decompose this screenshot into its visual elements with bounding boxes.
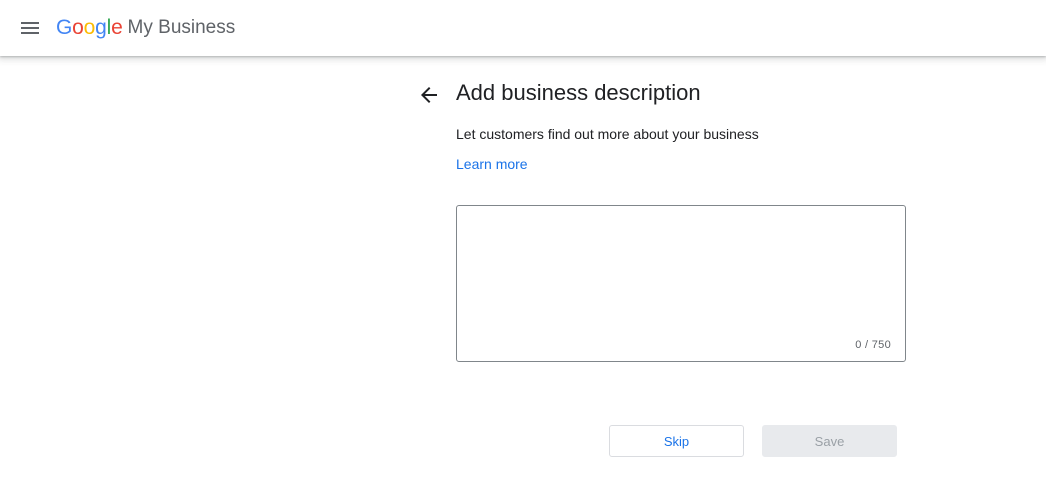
save-button[interactable]: Save	[762, 425, 897, 457]
page-subtitle: Let customers find out more about your b…	[456, 126, 759, 142]
main-menu-button[interactable]	[14, 12, 46, 44]
page-title: Add business description	[456, 80, 701, 105]
description-field: 0 / 750	[456, 205, 906, 362]
skip-button[interactable]: Skip	[609, 425, 744, 457]
arrow-back-icon	[421, 87, 437, 103]
app-header: Google My Business	[0, 0, 1046, 56]
back-button[interactable]	[416, 82, 442, 108]
google-wordmark: Google	[56, 16, 123, 39]
product-name: My Business	[127, 17, 236, 38]
learn-more-link[interactable]: Learn more	[456, 156, 528, 172]
hamburger-menu-icon	[21, 22, 39, 34]
description-textarea[interactable]	[457, 206, 905, 361]
main-content: Add business description Let customers f…	[0, 56, 1046, 504]
character-counter: 0 / 750	[855, 339, 891, 351]
google-my-business-logo[interactable]: Google My Business	[56, 14, 235, 42]
